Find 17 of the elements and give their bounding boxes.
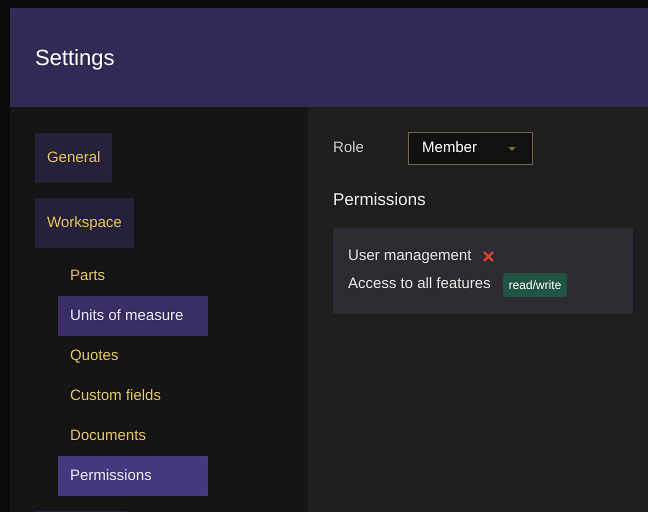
permissions-heading: Permissions (333, 189, 427, 211)
sidebar-item[interactable]: Workspace (35, 198, 134, 248)
sidebar-subitem[interactable]: Permissions (58, 456, 208, 496)
sidebar-item[interactable]: General (35, 133, 112, 183)
sidebar-subitem[interactable]: Custom fields (58, 376, 208, 416)
sidebar-subitem[interactable]: Documents (58, 416, 208, 456)
role-dropdown[interactable]: Member (408, 132, 533, 165)
role-label: Role (333, 138, 365, 158)
permission-label: User management (348, 246, 472, 266)
sidebar-subitem[interactable]: Quotes (58, 336, 208, 376)
sidebar-subitem[interactable]: Units of measure (58, 296, 208, 336)
sidebar-subitem[interactable]: Parts (58, 256, 208, 296)
permission-label: Access to all features (348, 274, 491, 294)
access-badge: read/write (502, 272, 568, 296)
caret-icon (508, 146, 516, 150)
cross-icon (483, 251, 494, 262)
dialog-title: Settings (35, 44, 114, 72)
